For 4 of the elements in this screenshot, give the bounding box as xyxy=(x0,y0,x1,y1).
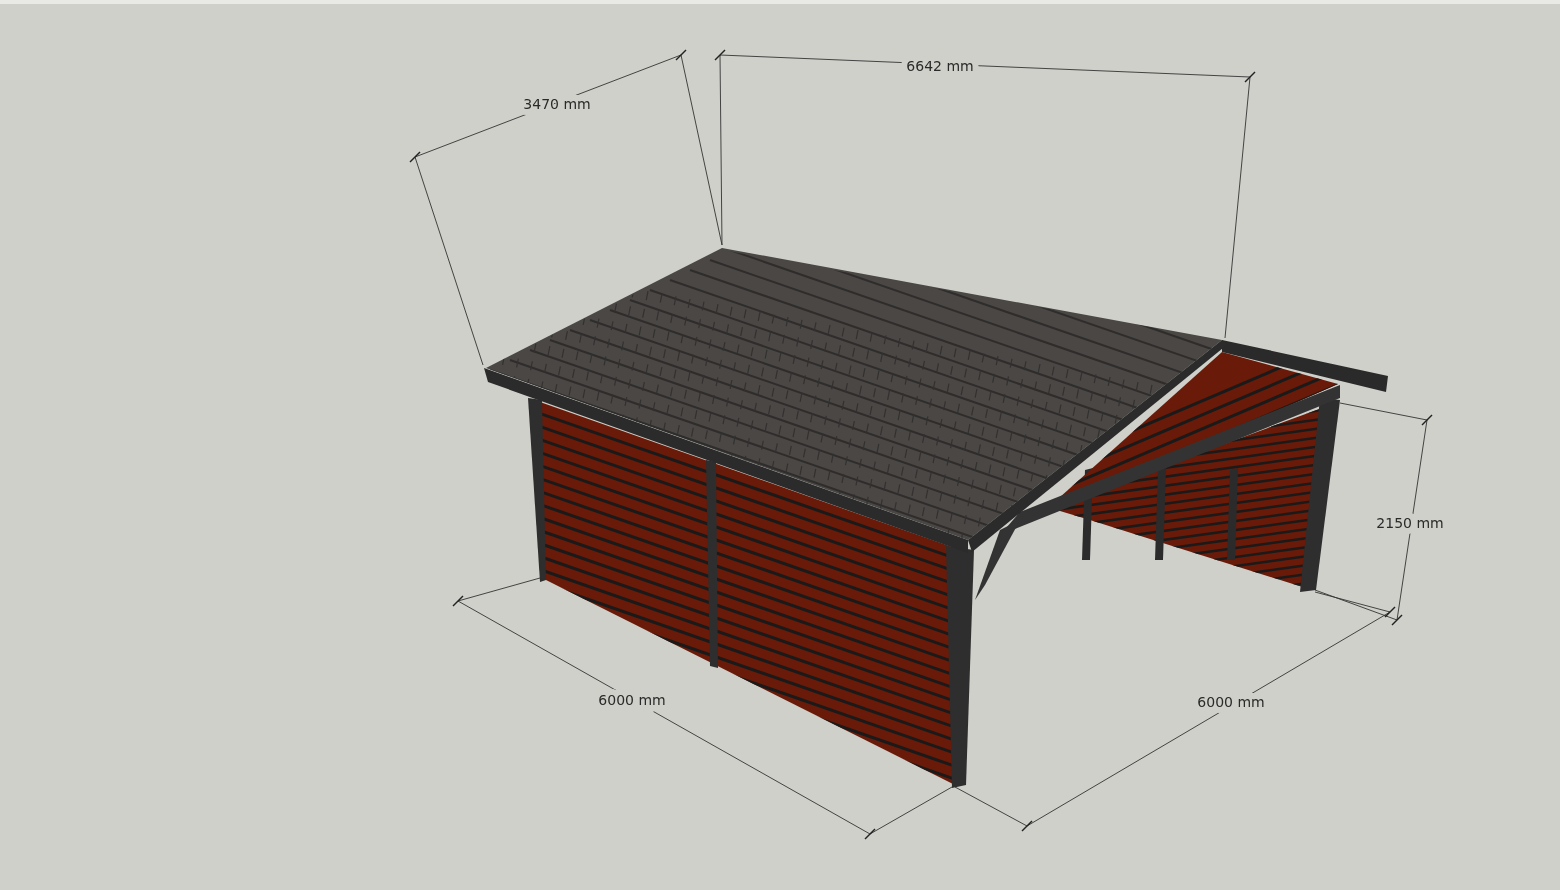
dimension-label: 3470 mm xyxy=(523,96,591,112)
dimension-label: 6000 mm xyxy=(598,692,666,708)
dimension-label: 2150 mm xyxy=(1376,515,1444,531)
dimension-label: 6000 mm xyxy=(1197,694,1265,710)
